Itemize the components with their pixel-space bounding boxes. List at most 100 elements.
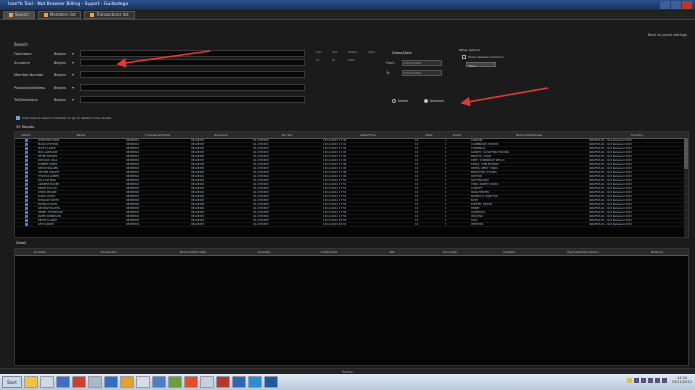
row-select-icon[interactable] xyxy=(15,163,37,166)
row-select-icon[interactable] xyxy=(15,183,37,186)
column-header[interactable]: Transaction xyxy=(65,249,153,255)
chevron-down-icon[interactable]: ▾ xyxy=(72,85,80,91)
app-icon[interactable] xyxy=(183,376,198,388)
column-header[interactable]: Country xyxy=(588,132,686,138)
app-icon[interactable] xyxy=(119,376,134,388)
close-button[interactable] xyxy=(682,1,692,9)
mail-icon[interactable] xyxy=(215,376,230,388)
tab-search[interactable]: Search xyxy=(3,11,35,19)
column-header[interactable]: Name xyxy=(37,132,125,138)
table-cell: 08382823 xyxy=(126,179,140,182)
tray-icon[interactable] xyxy=(647,377,653,383)
scroll-thumb[interactable] xyxy=(684,139,688,169)
radio-number[interactable]: Number xyxy=(424,99,444,103)
chevron-down-icon[interactable]: ▾ xyxy=(72,51,80,57)
column-header[interactable]: Ref xyxy=(363,249,421,255)
telephone-input[interactable] xyxy=(80,96,305,103)
row-select-icon[interactable] xyxy=(15,147,37,150)
volume-icon[interactable] xyxy=(661,377,667,383)
row-select-icon[interactable] xyxy=(15,139,37,142)
app-icon[interactable] xyxy=(167,376,182,388)
date-to-input[interactable]: 23/11/2012 xyxy=(402,70,442,76)
app-icon[interactable] xyxy=(247,376,262,388)
row-select-icon[interactable] xyxy=(15,211,37,214)
column-header[interactable]: Select xyxy=(15,132,37,138)
tray-icon[interactable] xyxy=(640,377,646,383)
start-button[interactable]: Start xyxy=(2,376,22,388)
table-row[interactable]: LEE PARKER 08382834 08128453 01-2332831 13/1… xyxy=(15,223,688,227)
row-select-icon[interactable] xyxy=(15,203,37,206)
app-icon[interactable] xyxy=(199,376,214,388)
row-select-icon[interactable] xyxy=(15,199,37,202)
column-header[interactable]: Product/SKU Date xyxy=(153,249,233,255)
chevron-down-icon[interactable]: ▾ xyxy=(72,72,80,78)
app-icon[interactable] xyxy=(135,376,150,388)
match-mode-select[interactable]: Begins xyxy=(54,97,72,103)
network-icon[interactable] xyxy=(654,377,660,383)
row-select-icon[interactable] xyxy=(15,167,37,170)
tray-icon[interactable] xyxy=(633,377,639,383)
table-cell: 10 xyxy=(415,139,419,142)
postcode-input[interactable] xyxy=(80,84,305,91)
column-header[interactable]: Rate xyxy=(414,132,444,138)
row-select-icon[interactable] xyxy=(15,187,37,190)
chevron-down-icon[interactable]: ▾ xyxy=(72,60,80,66)
results-scrollbar[interactable] xyxy=(684,139,688,237)
row-select-icon[interactable] xyxy=(15,219,37,222)
member-number-input[interactable] xyxy=(80,71,305,78)
tab-members[interactable]: Members list xyxy=(37,11,82,19)
app-icon[interactable] xyxy=(87,376,102,388)
column-header[interactable]: Cost/Credit xyxy=(295,249,363,255)
find-button[interactable]: Find xyxy=(466,62,496,68)
app-icon[interactable] xyxy=(151,376,166,388)
column-header[interactable]: Quantity xyxy=(233,249,295,255)
row-select-icon[interactable] xyxy=(15,207,37,210)
match-mode-select[interactable]: Begins xyxy=(54,85,72,91)
folder-icon[interactable] xyxy=(39,376,54,388)
minimize-button[interactable] xyxy=(660,1,670,9)
row-select-icon[interactable] xyxy=(15,191,37,194)
row-select-icon[interactable] xyxy=(15,179,37,182)
row-select-icon[interactable] xyxy=(15,215,37,218)
row-select-icon[interactable] xyxy=(15,223,37,226)
row-select-icon[interactable] xyxy=(15,155,37,158)
clock[interactable]: 14:34 23/11/2012 xyxy=(672,376,692,384)
show-deleted-checkbox[interactable]: Show deleted members xyxy=(462,55,504,59)
chevron-down-icon[interactable]: ▾ xyxy=(72,97,80,103)
match-mode-select[interactable]: Begins xyxy=(54,51,72,57)
column-header[interactable]: Due date xyxy=(421,249,479,255)
maximize-button[interactable] xyxy=(671,1,681,9)
app-icon[interactable] xyxy=(231,376,246,388)
match-mode-select[interactable]: Begins xyxy=(54,72,72,78)
row-select-icon[interactable] xyxy=(15,175,37,178)
tab-transactions[interactable]: Transactions list xyxy=(84,11,135,19)
app-icon[interactable] xyxy=(103,376,118,388)
app-icon[interactable] xyxy=(71,376,86,388)
column-header[interactable]: Tel. No. xyxy=(252,132,322,138)
radio-name[interactable]: Name xyxy=(392,99,408,103)
row-select-icon[interactable] xyxy=(15,171,37,174)
row-select-icon[interactable] xyxy=(15,195,37,198)
explorer-icon[interactable] xyxy=(23,376,38,388)
column-header[interactable]: Surname xyxy=(190,132,252,138)
app-icon[interactable] xyxy=(263,376,278,388)
date-from-input[interactable]: 13/11/2012 xyxy=(402,60,442,66)
column-header[interactable]: Forename/Initial xyxy=(125,132,190,138)
row-select-icon[interactable] xyxy=(15,159,37,162)
column-header[interactable]: Balance xyxy=(627,249,687,255)
column-header[interactable]: Location xyxy=(15,249,65,255)
column-header[interactable]: Order xyxy=(444,132,470,138)
match-mode-select[interactable]: Begins xyxy=(54,60,72,66)
app-icon[interactable] xyxy=(55,376,70,388)
column-header[interactable]: Payment/Description xyxy=(539,249,627,255)
forename-input[interactable] xyxy=(80,50,305,57)
column-header[interactable]: Postcode/Address xyxy=(470,132,588,138)
back-link[interactable]: Back to panel settings xyxy=(648,33,687,37)
table-cell: 08128446 xyxy=(191,195,205,198)
row-select-icon[interactable] xyxy=(15,151,37,154)
column-header[interactable]: Created xyxy=(479,249,539,255)
surname-input[interactable] xyxy=(80,59,305,66)
tray-icon[interactable] xyxy=(626,377,632,383)
row-select-icon[interactable] xyxy=(15,143,37,146)
column-header[interactable]: Date/Time xyxy=(322,132,414,138)
